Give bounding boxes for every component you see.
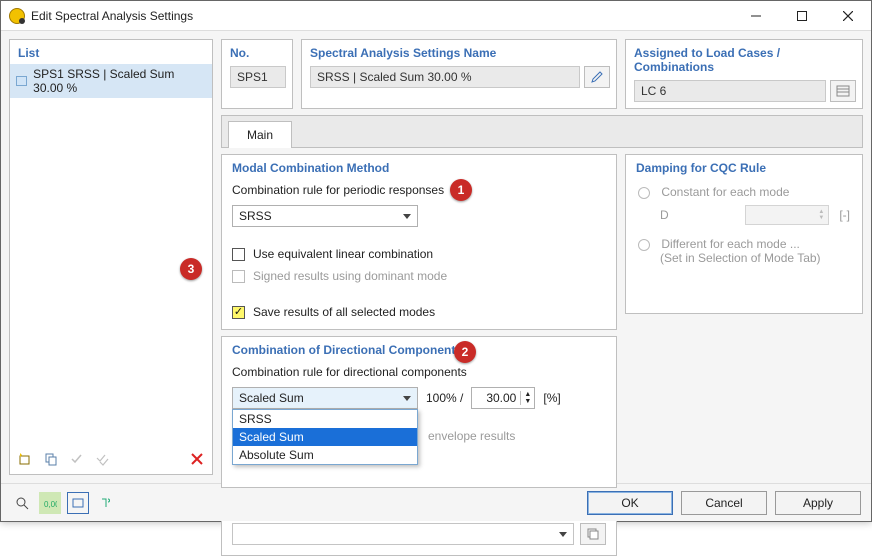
damping-group: Damping for CQC Rule Constant for each m… bbox=[625, 154, 863, 314]
edit-name-button[interactable] bbox=[584, 66, 610, 88]
footer-view-button[interactable] bbox=[67, 492, 89, 514]
close-button[interactable] bbox=[825, 1, 871, 31]
name-label: Spectral Analysis Settings Name bbox=[302, 40, 616, 64]
copy-item-button[interactable] bbox=[40, 448, 62, 470]
list-panel: List SPS1 SRSS | Scaled Sum 30.00 % 3 bbox=[9, 39, 213, 475]
footer-units-button[interactable]: 0,00 bbox=[39, 492, 61, 514]
comment-field[interactable] bbox=[232, 523, 574, 545]
tab-main[interactable]: Main bbox=[228, 121, 292, 148]
search-icon bbox=[15, 496, 29, 510]
dropdown-option[interactable]: Scaled Sum bbox=[233, 428, 417, 446]
assigned-label: Assigned to Load Cases / Combinations bbox=[626, 40, 862, 78]
annotation-3: 3 bbox=[180, 258, 202, 280]
pct-unit: [%] bbox=[543, 391, 560, 405]
d-label: D bbox=[660, 208, 669, 222]
assigned-panel: Assigned to Load Cases / Combinations LC… bbox=[625, 39, 863, 109]
tabstrip: Main bbox=[221, 115, 863, 148]
comment-browse-button[interactable] bbox=[580, 523, 606, 545]
periodic-rule-label: Combination rule for periodic responses bbox=[232, 183, 606, 197]
damping-diff-label: Different for each mode ... bbox=[661, 237, 800, 251]
rect-icon bbox=[71, 496, 85, 510]
chevron-down-icon bbox=[403, 214, 411, 219]
svg-text:0,00: 0,00 bbox=[44, 500, 57, 509]
dialog-window: Edit Spectral Analysis Settings List bbox=[0, 0, 872, 522]
damping-diff-radio bbox=[638, 239, 650, 251]
directional-rule-dropdown: SRSS Scaled Sum Absolute Sum bbox=[232, 409, 418, 465]
pct-second-input[interactable]: 30.00 ▲▼ bbox=[471, 387, 535, 409]
modal-group: Modal Combination Method Combination rul… bbox=[221, 154, 617, 330]
signed-results-label: Signed results using dominant mode bbox=[253, 269, 447, 283]
titlebar: Edit Spectral Analysis Settings bbox=[1, 1, 871, 31]
annotation-1: 1 bbox=[450, 179, 472, 201]
annotation-2: 2 bbox=[454, 341, 476, 363]
name-field[interactable]: SRSS | Scaled Sum 30.00 % bbox=[310, 66, 580, 88]
list-item-label: SPS1 SRSS | Scaled Sum 30.00 % bbox=[33, 67, 206, 95]
envelope-label: envelope results bbox=[428, 429, 515, 443]
equiv-combo-label: Use equivalent linear combination bbox=[253, 247, 433, 261]
delete-icon bbox=[191, 453, 203, 465]
list-item[interactable]: SPS1 SRSS | Scaled Sum 30.00 % bbox=[10, 64, 212, 98]
directional-rule-select[interactable]: Scaled Sum bbox=[232, 387, 418, 409]
save-results-label: Save results of all selected modes bbox=[253, 305, 435, 319]
maximize-button[interactable] bbox=[779, 1, 825, 31]
chevron-down-icon bbox=[559, 532, 567, 537]
no-label: No. bbox=[222, 40, 292, 64]
dropdown-option[interactable]: SRSS bbox=[233, 410, 417, 428]
directional-rule-label: Combination rule for directional compone… bbox=[232, 365, 606, 379]
save-results-checkbox[interactable] bbox=[232, 306, 245, 319]
units-icon: 0,00 bbox=[43, 496, 57, 510]
cancel-button[interactable]: Cancel bbox=[681, 491, 767, 515]
new-item-button[interactable] bbox=[14, 448, 36, 470]
footer-find-button[interactable] bbox=[11, 492, 33, 514]
app-icon bbox=[9, 8, 25, 24]
equiv-combo-checkbox[interactable] bbox=[232, 248, 245, 261]
maximize-icon bbox=[797, 11, 807, 21]
list-header: List bbox=[10, 40, 212, 64]
check-all-button[interactable] bbox=[92, 448, 114, 470]
check-down-button[interactable] bbox=[66, 448, 88, 470]
d-unit: [-] bbox=[839, 208, 850, 222]
list-toolbar: 3 bbox=[10, 444, 212, 474]
damping-const-radio bbox=[638, 187, 650, 199]
ok-button[interactable]: OK bbox=[587, 491, 673, 515]
check-icon bbox=[70, 452, 84, 466]
pencil-icon bbox=[590, 70, 604, 84]
assigned-field[interactable]: LC 6 bbox=[634, 80, 826, 102]
filter-icon bbox=[99, 496, 113, 510]
name-panel: Spectral Analysis Settings Name SRSS | S… bbox=[301, 39, 617, 109]
dropdown-option[interactable]: Absolute Sum bbox=[233, 446, 417, 464]
minimize-button[interactable] bbox=[733, 1, 779, 31]
close-icon bbox=[843, 11, 853, 21]
window-title: Edit Spectral Analysis Settings bbox=[31, 9, 193, 23]
stack-icon bbox=[586, 527, 600, 541]
no-panel: No. SPS1 bbox=[221, 39, 293, 109]
apply-button[interactable]: Apply bbox=[775, 491, 861, 515]
d-input: ▲▼ bbox=[745, 205, 829, 225]
check-all-icon bbox=[96, 452, 110, 466]
assigned-browse-button[interactable] bbox=[830, 80, 856, 102]
new-icon bbox=[18, 452, 32, 466]
modal-group-title: Modal Combination Method bbox=[222, 155, 616, 179]
directional-group: Combination of Directional Components 2 … bbox=[221, 336, 617, 488]
minimize-icon bbox=[751, 11, 761, 21]
damping-group-title: Damping for CQC Rule bbox=[626, 155, 862, 179]
list-item-icon bbox=[16, 76, 27, 86]
periodic-rule-select[interactable]: SRSS bbox=[232, 205, 418, 227]
no-field[interactable]: SPS1 bbox=[230, 66, 286, 88]
delete-item-button[interactable] bbox=[186, 448, 208, 470]
window-controls bbox=[733, 1, 871, 31]
signed-results-checkbox bbox=[232, 270, 245, 283]
list-icon bbox=[836, 85, 850, 97]
pct-first: 100% / bbox=[426, 391, 463, 405]
copy-icon bbox=[44, 452, 58, 466]
damping-diff-sublabel: (Set in Selection of Mode Tab) bbox=[660, 251, 850, 265]
directional-group-title: Combination of Directional Components bbox=[222, 337, 616, 361]
damping-const-label: Constant for each mode bbox=[661, 185, 789, 199]
footer-filter-button[interactable] bbox=[95, 492, 117, 514]
